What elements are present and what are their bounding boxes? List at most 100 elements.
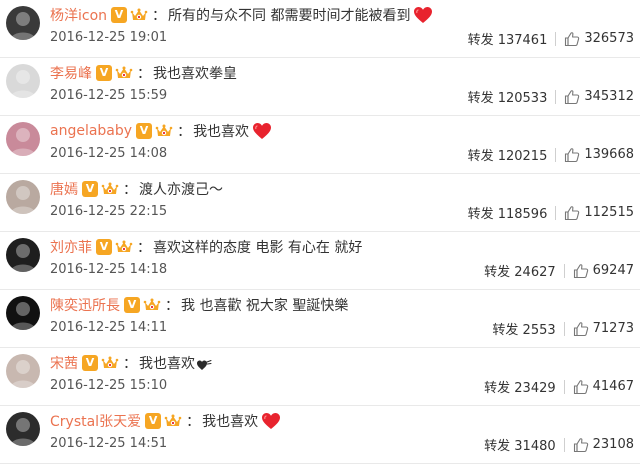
post-time: 2016-12-25 14:18 — [50, 262, 168, 277]
vip-crown-icon — [130, 7, 148, 23]
avatar-image — [6, 296, 40, 330]
repost-button[interactable]: 转发 118596 — [468, 203, 548, 222]
username-link[interactable]: 宋茜 — [50, 353, 78, 373]
repost-label: 转发 — [467, 149, 494, 164]
comment-line: Crystal张天爱 V ： 我也喜欢 — [50, 409, 632, 433]
like-count: 41467 — [592, 379, 634, 394]
verified-v-icon: V — [145, 413, 162, 429]
repost-count: 137461 — [497, 33, 548, 48]
username-link[interactable]: 刘亦菲 — [50, 237, 92, 257]
thumb-up-icon[interactable] — [573, 379, 589, 395]
thumb-up-icon[interactable] — [573, 263, 589, 279]
comment-list: 杨洋icon V ： 所有的与众不同 都需要时间才能被看到 2016-12-25… — [0, 0, 640, 466]
heart-icon — [252, 122, 272, 140]
comment-row: 唐嫣 V ： 渡人亦渡己～ 2016-12-25 22:15 转发 118596… — [0, 174, 640, 232]
heart-icon — [413, 6, 433, 24]
avatar[interactable] — [6, 6, 40, 40]
thumb-up-icon[interactable] — [564, 89, 580, 105]
avatar-image — [6, 412, 40, 446]
thumb-up-icon[interactable] — [564, 31, 580, 47]
like-count: 139668 — [584, 147, 634, 162]
repost-button[interactable]: 转发 120533 — [468, 87, 548, 106]
comment-text: 我也喜欢 — [202, 414, 259, 430]
comment-line: 陳奕迅所長 V ： 我 也喜歡 祝大家 聖誕快樂 — [50, 293, 632, 317]
comment-stats: 转发 137461 326573 — [468, 29, 634, 48]
username-link[interactable]: angelababy — [50, 123, 132, 139]
post-time: 2016-12-25 15:10 — [50, 378, 168, 393]
avatar[interactable] — [6, 122, 40, 156]
heart-icon — [196, 359, 212, 371]
thumb-up-icon[interactable] — [564, 147, 580, 163]
avatar-image — [6, 122, 40, 156]
repost-button[interactable]: 转发 23429 — [484, 377, 556, 396]
repost-button[interactable]: 转发 24627 — [484, 261, 556, 280]
divider — [563, 437, 565, 452]
comment-separator: ： — [186, 414, 201, 430]
comment-separator: ： — [177, 124, 192, 140]
repost-label: 转发 — [467, 207, 494, 222]
avatar-image — [6, 238, 40, 272]
repost-label: 转发 — [484, 381, 511, 396]
divider — [563, 263, 565, 278]
divider — [555, 147, 557, 162]
avatar[interactable] — [6, 238, 40, 272]
comment-text: 我 也喜歡 祝大家 聖誕快樂 — [181, 298, 349, 314]
comment-separator: ： — [137, 66, 151, 82]
like-count: 23108 — [592, 437, 634, 452]
comment-row: 李易峰 V ： 我也喜欢拳皇 2016-12-25 15:59 转发 12053… — [0, 58, 640, 116]
like-count: 345312 — [584, 89, 634, 104]
repost-label: 转发 — [467, 33, 494, 48]
like-count: 69247 — [592, 263, 634, 278]
username-link[interactable]: 唐嫣 — [50, 179, 78, 199]
comment-row: Crystal张天爱 V ： 我也喜欢 2016-12-25 14:51 转发 … — [0, 406, 640, 464]
comment-text: 我也喜欢拳皇 — [153, 66, 237, 82]
like-count: 112515 — [584, 205, 634, 220]
avatar[interactable] — [6, 64, 40, 98]
username-link[interactable]: Crystal张天爱 — [50, 411, 141, 431]
thumb-up-icon[interactable] — [573, 437, 589, 453]
thumb-up-icon[interactable] — [573, 321, 589, 337]
avatar-image — [6, 180, 40, 214]
vip-crown-icon — [101, 181, 119, 197]
avatar-image — [6, 354, 40, 388]
verified-v-icon: V — [96, 65, 112, 81]
comment-separator: ： — [137, 240, 151, 256]
vip-crown-icon — [101, 355, 119, 371]
post-time: 2016-12-25 22:15 — [50, 204, 168, 219]
comment-stats: 转发 120215 139668 — [468, 145, 634, 164]
repost-button[interactable]: 转发 137461 — [468, 29, 548, 48]
verified-v-icon: V — [124, 297, 140, 313]
username-link[interactable]: 陳奕迅所長 — [50, 295, 120, 315]
divider — [555, 31, 557, 46]
repost-button[interactable]: 转发 2553 — [492, 319, 555, 338]
comment-text: 渡人亦渡己～ — [139, 182, 223, 198]
verified-v-icon: V — [82, 355, 98, 371]
avatar[interactable] — [6, 296, 40, 330]
post-time: 2016-12-25 14:51 — [50, 436, 168, 451]
avatar[interactable] — [6, 180, 40, 214]
verified-v-icon: V — [96, 239, 112, 255]
username-link[interactable]: 杨洋icon — [50, 5, 107, 25]
comment-row: angelababy V ： 我也喜欢 2016-12-25 14:08 转发 … — [0, 116, 640, 174]
divider — [555, 205, 557, 220]
repost-label: 转发 — [467, 91, 494, 106]
comment-line: 刘亦菲 V ： 喜欢这样的态度 电影 有心在 就好 — [50, 235, 632, 259]
avatar[interactable] — [6, 412, 40, 446]
comment-stats: 转发 120533 345312 — [468, 87, 634, 106]
repost-button[interactable]: 转发 31480 — [484, 435, 556, 454]
comment-line: angelababy V ： 我也喜欢 — [50, 119, 632, 143]
avatar-image — [6, 64, 40, 98]
repost-count: 31480 — [514, 439, 556, 454]
comment-stats: 转发 23429 41467 — [484, 377, 634, 396]
vip-crown-icon — [115, 239, 133, 255]
repost-count: 118596 — [497, 207, 548, 222]
thumb-up-icon[interactable] — [564, 205, 580, 221]
avatar-image — [6, 6, 40, 40]
comment-separator: ： — [152, 8, 167, 24]
repost-label: 转发 — [492, 323, 519, 338]
avatar[interactable] — [6, 354, 40, 388]
username-link[interactable]: 李易峰 — [50, 63, 92, 83]
post-time: 2016-12-25 19:01 — [50, 30, 168, 45]
post-time: 2016-12-25 14:08 — [50, 146, 168, 161]
repost-button[interactable]: 转发 120215 — [468, 145, 548, 164]
